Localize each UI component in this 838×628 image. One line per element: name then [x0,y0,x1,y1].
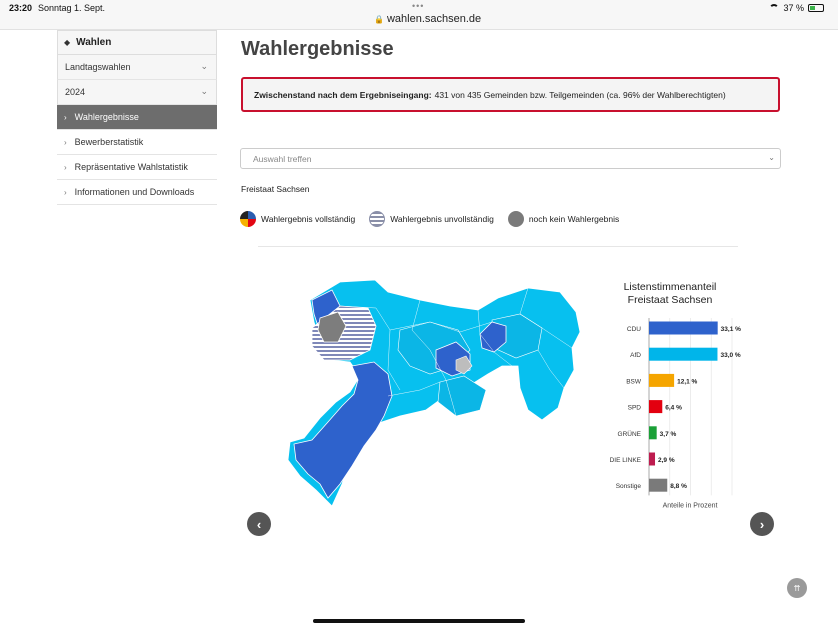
chart-bar [649,373,675,387]
legend-label: noch kein Wahlergebnis [528,214,620,224]
legend-partial: Wahlergebnis unvollständig [369,211,494,227]
legend-label: Wahlergebnis unvollständig [390,214,494,224]
sidebar-item-label: Wahlergebnisse [74,112,139,122]
wifi-icon [769,4,780,12]
url-text: wahlen.sachsen.de [386,13,482,25]
next-button[interactable]: › [750,512,774,536]
date: Sonntag 1. Sept. [38,3,106,13]
chevron-right-icon: › [64,112,67,122]
chevron-right-icon: › [64,137,67,147]
chart-bar [649,321,718,335]
chevron-down-icon: ⌄ [200,61,208,71]
chart-category-label: Sonstige [616,483,642,490]
dropdown-election-type[interactable]: Landtagswahlen ⌄ [57,55,217,80]
select-placeholder: Auswahl treffen [253,153,312,164]
saxony-map[interactable] [280,270,585,510]
chart-value-label: 12,1 % [677,378,697,385]
chevron-right-icon: › [64,187,67,197]
chevron-down-icon: ⌄ [768,153,775,162]
notice-heading: Zwischenstand nach dem Ergebniseingang: [254,89,432,100]
chart-bar [649,478,668,492]
chart-value-label: 33,0 % [720,352,740,359]
chart-category-label: SPD [628,405,642,412]
page-title: Wahlergebnisse [241,38,394,60]
legend-full: Wahlergebnis vollständig [240,211,355,227]
chevron-right-icon: › [64,162,67,172]
chart-category-label: CDU [627,326,641,333]
diamond-icon: ◆ [64,38,71,47]
chart-subtitle: Freistaat Sachsen [628,294,713,306]
system-indicators: 37 % [769,3,824,13]
sidebar-item-label: Repräsentative Wahlstatistik [74,162,188,172]
chart-category-label: BSW [626,378,642,385]
battery-percent: 37 % [783,3,804,13]
more-dots-icon[interactable]: ••• [412,1,424,11]
notice-text: 431 von 435 Gemeinden bzw. Teilgemeinden… [434,89,726,100]
sidebar: ◆ Wahlen Landtagswahlen ⌄ 2024 ⌄ › Wahle… [57,30,217,205]
chart-value-label: 6,4 % [665,405,682,412]
dropdown-year[interactable]: 2024 ⌄ [57,80,217,105]
sidebar-item-label: Informationen und Downloads [74,187,195,197]
dropdown-label: Landtagswahlen [65,62,131,72]
chevron-left-icon: ‹ [256,516,262,532]
chart-bar [649,400,663,414]
region-select[interactable]: Auswahl treffen ⌄ [240,148,781,169]
no-result-icon [507,211,524,227]
vote-share-chart: ListenstimmenanteilFreistaat Sachsen CDU 3… [610,281,742,509]
legend-label: Wahlergebnis vollständig [261,214,356,224]
chart-value-label: 3,7 % [660,431,677,438]
chart-title: Listenstimmenanteil [624,281,717,293]
interim-result-notice: Zwischenstand nach dem Ergebniseingang: … [241,77,780,112]
chart-bar [649,452,656,466]
divider [258,246,738,247]
chevron-down-icon: ⌄ [200,86,208,96]
chart-category-label: GRÜNE [618,430,642,438]
sidebar-item-label: Bewerberstatistik [74,137,144,147]
chart-category-label: AfD [630,352,641,359]
sidebar-item-wahlergebnisse[interactable]: › Wahlergebnisse [57,105,217,130]
previous-button[interactable]: ‹ [247,512,271,536]
chart-value-label: 2,9 % [658,457,675,464]
sidebar-head-label: Wahlen [76,37,112,48]
dropdown-label: 2024 [65,87,86,97]
chart-value-label: 8,8 % [670,483,687,490]
map-legend: Wahlergebnis vollständig Wahlergebnis un… [240,211,633,227]
region-label: Freistaat Sachsen [241,184,310,194]
arrow-up-icon: ⇈ [793,583,801,593]
address-bar[interactable]: 🔒 wahlen.sachsen.de [374,13,481,25]
chart-x-axis-label: Anteile in Prozent [663,502,718,509]
full-result-icon [240,211,256,227]
legend-none: noch kein Wahlergebnis [507,211,620,227]
chart-category-label: DIE LINKE [610,457,642,464]
sidebar-head-wahlen[interactable]: ◆ Wahlen [57,30,217,55]
partial-result-icon [369,211,386,227]
status-bar: 23:20 Sonntag 1. Sept. ••• 🔒 wahlen.sach… [0,0,838,30]
sidebar-item-downloads[interactable]: › Informationen und Downloads [57,180,217,205]
chevron-right-icon: › [759,516,765,532]
chart-bar [649,426,657,440]
chart-bar [649,347,718,361]
scroll-top-button[interactable]: ⇈ [787,578,807,598]
home-indicator [313,619,525,623]
sidebar-item-wahlstatistik[interactable]: › Repräsentative Wahlstatistik [57,155,217,180]
clock: 23:20 [9,3,33,13]
lock-icon: 🔒 [374,14,384,24]
chart-value-label: 33,1 % [721,326,741,333]
battery-icon [808,4,824,12]
sidebar-item-bewerberstatistik[interactable]: › Bewerberstatistik [57,130,217,155]
